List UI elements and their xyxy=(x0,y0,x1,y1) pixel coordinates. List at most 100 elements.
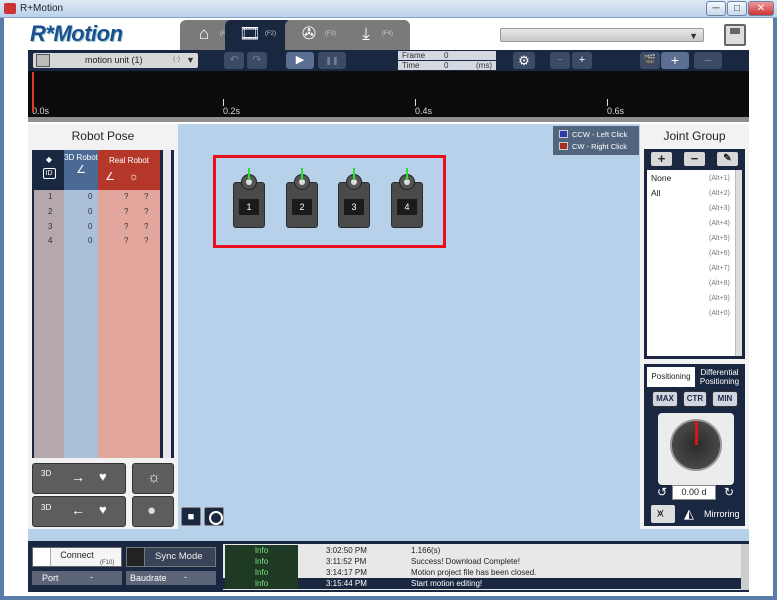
real-robot-column xyxy=(98,150,160,458)
list-item-shortcut: (Alt+1) xyxy=(709,175,730,182)
chevron-down-icon: ▼ xyxy=(186,55,195,65)
arrow-left-icon: ← xyxy=(71,502,85,518)
play-button[interactable]: ▶ xyxy=(286,52,314,69)
camera-icon[interactable]: ■ xyxy=(181,507,201,526)
log-message: 1.166(s) xyxy=(411,546,441,555)
log-time: 3:15:44 PM xyxy=(326,579,367,588)
zoom-out-icon[interactable]: − xyxy=(550,52,570,69)
title-bar: R+Motion ─ □ ✕ xyxy=(0,0,777,18)
edit-group-icon[interactable]: ✎ xyxy=(717,152,738,166)
timeline-cursor[interactable] xyxy=(32,72,34,112)
robot-pose-table: ◆ ID 3D Robot ∠ Real Robot ∠☼ 1 0 ? ? 2 … xyxy=(32,150,174,458)
log-type: Info xyxy=(225,556,298,567)
timeline-tick xyxy=(415,99,416,106)
pose-real-b: ? xyxy=(144,192,149,201)
reel-icon: ✇ xyxy=(301,24,317,43)
id-header: ◆ ID xyxy=(34,150,64,190)
log-scrollbar[interactable] xyxy=(741,544,749,590)
add-group-icon[interactable]: + xyxy=(651,152,672,166)
joint-group-title: Joint Group xyxy=(663,129,726,143)
robot3d-header: 3D Robot ∠ xyxy=(64,150,98,190)
list-item-shortcut: (Alt+3) xyxy=(709,205,730,212)
frame-row: Frame 0 xyxy=(398,51,496,60)
gear-icon[interactable]: ⚙ xyxy=(513,52,535,69)
tab-download[interactable]: ⤓ (F4) xyxy=(342,20,410,50)
tab-key: (F3) xyxy=(325,31,336,37)
timeline-tick-label: 0.2s xyxy=(223,106,241,116)
chevron-down-icon: ▼ xyxy=(689,31,698,41)
real-robot-header-label: Real Robot xyxy=(108,156,150,165)
copy-robot-to-3d-button[interactable]: 3D ← ♥ xyxy=(32,496,126,527)
capture-icon[interactable] xyxy=(204,507,224,526)
window-title: R+Motion xyxy=(20,3,64,14)
timeline[interactable]: 0.0s 0.2s 0.4s 0.6s xyxy=(28,71,749,117)
project-combo[interactable]: ▼ xyxy=(500,28,704,42)
list-item-shortcut: (Alt+0) xyxy=(709,310,730,317)
maximize-button[interactable]: □ xyxy=(727,1,747,16)
pose-real-b: ? xyxy=(144,207,149,216)
center-button[interactable]: CTR xyxy=(683,391,707,407)
pose-3d: 0 xyxy=(88,207,93,216)
baudrate-select[interactable]: Baudrate - xyxy=(126,571,216,585)
mirroring-button[interactable]: ◭ Mirroring xyxy=(680,505,742,523)
log-row: Info 3:02:50 PM 1.166(s) xyxy=(223,545,741,556)
log-table: Info 3:02:50 PM 1.166(s) Info 3:11:52 PM… xyxy=(223,544,741,590)
rotate-ccw-icon[interactable]: ↺ xyxy=(655,485,669,500)
min-button[interactable]: MIN xyxy=(712,391,738,407)
joint-group-scrollbar[interactable] xyxy=(735,170,742,356)
pose-3d: 0 xyxy=(88,222,93,231)
motion-unit-select[interactable]: motion unit (1) (-) ▼ xyxy=(33,53,198,68)
list-item[interactable]: None xyxy=(651,173,671,183)
add-frame-button[interactable]: + xyxy=(661,52,689,69)
dial-needle xyxy=(695,421,698,445)
robot3d-column xyxy=(64,150,98,458)
tab-motion[interactable]: 🎞 (F2) xyxy=(225,20,293,50)
real-robot-header: Real Robot ∠☼ xyxy=(98,150,160,190)
pose-id: 1 xyxy=(48,192,53,201)
port-select[interactable]: Port - xyxy=(32,571,122,585)
list-item-shortcut: (Alt+9) xyxy=(709,295,730,302)
zoom-in-icon[interactable]: + xyxy=(572,52,592,69)
pause-button[interactable]: ❚❚ xyxy=(318,52,346,69)
save-icon[interactable] xyxy=(724,24,746,46)
max-button[interactable]: MAX xyxy=(652,391,678,407)
time-label: Time xyxy=(402,61,420,70)
pose-3d: 0 xyxy=(88,236,93,245)
redo-button[interactable]: ↷ xyxy=(247,52,267,69)
list-item-shortcut: (Alt+6) xyxy=(709,250,730,257)
remove-frame-button[interactable]: − xyxy=(694,52,722,69)
remove-group-icon[interactable]: − xyxy=(684,152,705,166)
position-value-field[interactable]: 0.00 d xyxy=(672,485,716,500)
log-message: Motion project file has been closed. xyxy=(411,568,537,577)
timeline-scrollbar[interactable] xyxy=(28,117,749,122)
minimize-button[interactable]: ─ xyxy=(706,1,726,16)
copy-3d-to-robot-button[interactable]: 3D → ♥ xyxy=(32,463,126,494)
app-icon xyxy=(4,3,16,14)
list-item[interactable]: All xyxy=(651,188,660,198)
rotation-legend: CCW - Left Click CW - Right Click xyxy=(553,126,639,155)
id-badge: ID xyxy=(42,168,56,179)
light-on-button[interactable]: ☼ xyxy=(132,463,174,494)
list-item-shortcut: (Alt+5) xyxy=(709,235,730,242)
tab-positioning[interactable]: Positioning xyxy=(647,367,695,387)
clapper-icon[interactable]: 🎬 xyxy=(640,52,660,69)
table-scrollbar[interactable] xyxy=(163,150,171,458)
timeline-tick-label: 0.6s xyxy=(607,106,625,116)
light-off-button[interactable]: ● xyxy=(132,496,174,527)
connect-button[interactable]: Connect xyxy=(52,550,102,565)
log-type: Info xyxy=(225,578,298,589)
log-row: Info 3:14:17 PM Motion project file has … xyxy=(223,567,741,578)
connect-shortcut: (F10) xyxy=(100,560,115,566)
mirror-icon: ⩙ xyxy=(657,506,664,520)
sync-mode-button[interactable]: Sync Mode xyxy=(155,551,203,562)
close-button[interactable]: ✕ xyxy=(748,1,774,16)
mirror-single-button[interactable]: ⩙ xyxy=(651,505,675,523)
tab-differential-positioning[interactable]: Differential Positioning xyxy=(695,366,744,388)
rotate-cw-icon[interactable]: ↻ xyxy=(722,485,736,500)
robot3d-header-label: 3D Robot xyxy=(64,153,98,162)
robot-3d-icon: 3D xyxy=(41,469,52,478)
undo-button[interactable]: ↶ xyxy=(224,52,244,69)
pose-3d: 0 xyxy=(88,192,93,201)
mirror-triangle-icon: ◭ xyxy=(684,506,694,521)
joint-group-list[interactable]: None (Alt+1) All (Alt+2) (Alt+3) (Alt+4)… xyxy=(647,170,735,356)
